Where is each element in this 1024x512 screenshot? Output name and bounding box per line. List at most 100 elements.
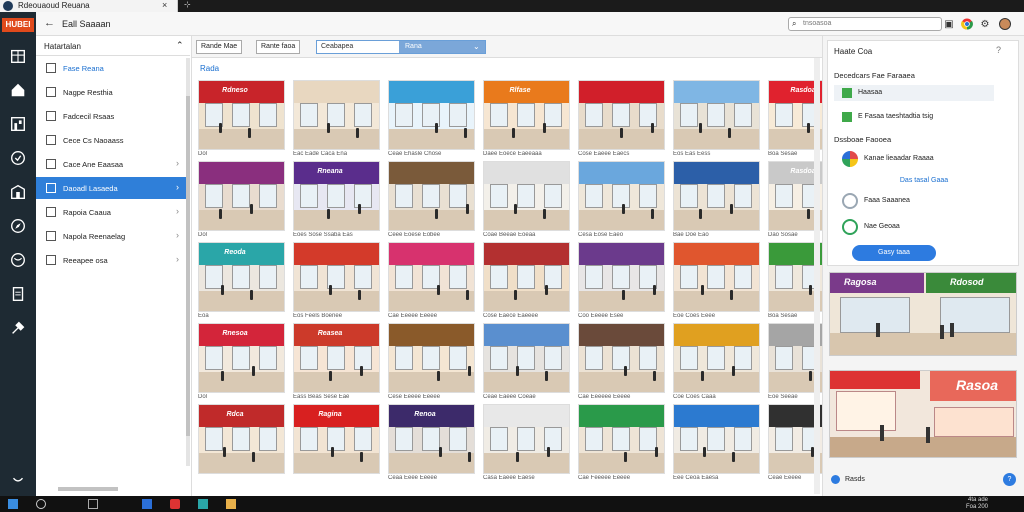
app-icon[interactable] [170, 499, 180, 509]
shop-window [395, 184, 413, 208]
mall-image: Rneana [293, 161, 380, 231]
image-thumbnail[interactable]: Rneana Eoes Sose Ssaba Eas [293, 161, 380, 241]
tools-icon[interactable] [8, 318, 28, 338]
system-clock[interactable]: 4ta ade Foa 200 [966, 497, 988, 511]
mall-icon[interactable] [8, 182, 28, 202]
search-input[interactable]: ⌕ tnsoasoa [788, 17, 942, 31]
image-thumbnail[interactable]: Eos Feels Boenee [293, 242, 380, 322]
app-item[interactable]: Faaa Saaanea [842, 191, 1012, 211]
store-icon[interactable] [8, 114, 28, 134]
category-dropdown[interactable]: Ceabapea Rana ⌄ [316, 40, 486, 54]
compass-icon[interactable] [8, 216, 28, 236]
sidebar-item[interactable]: Fadcecil Rsaas [36, 105, 190, 127]
image-thumbnail[interactable]: Reoda Eoa [198, 242, 285, 322]
chrome-icon[interactable] [960, 17, 974, 31]
sidebar-item[interactable]: Fase Reana [36, 57, 190, 79]
search-icon[interactable] [36, 499, 46, 509]
sidebar-item[interactable]: Rapoia Caaua › [36, 201, 190, 223]
image-thumbnail[interactable]: Coo Eeeee Esee [578, 242, 665, 322]
image-thumbnail[interactable]: Eee Ceoa Eaesa [673, 404, 760, 484]
primary-button[interactable]: Gasy taaa [852, 245, 936, 261]
sidebar-item[interactable]: Cece Cs Naoaass [36, 129, 190, 151]
shop-window [544, 103, 562, 127]
floor [389, 453, 474, 473]
app-item[interactable]: Kanae lieaadar Raaaa [842, 149, 1012, 169]
image-thumbnail[interactable]: Eos Eas Eess [673, 80, 760, 160]
image-thumbnail[interactable]: Rlfase Daee Eoece Eaeeaaa [483, 80, 570, 160]
image-thumbnail[interactable]: Dol [198, 161, 285, 241]
globe-icon[interactable] [8, 250, 28, 270]
chevron-up-icon[interactable]: ⌃ [176, 40, 184, 51]
document-icon[interactable] [8, 284, 28, 304]
item-icon [46, 63, 56, 73]
image-thumbnail[interactable]: Ceae Ehasle Chose [388, 80, 475, 160]
sidebar-item[interactable]: Cace Ane Eaasaa › [36, 153, 190, 175]
preview-image[interactable]: Ragosa Rdosod [829, 272, 1017, 356]
image-thumbnail[interactable]: Rdneso Dol [198, 80, 285, 160]
image-thumbnail[interactable]: Coae Beeae Eoeaa [483, 161, 570, 241]
avatar[interactable] [998, 17, 1012, 31]
sort-button[interactable]: Rande Mae [196, 40, 243, 54]
image-thumbnail[interactable]: Cese Eeeee Eeeee [388, 323, 475, 403]
footer-label: Rasds [845, 476, 865, 483]
shield-icon[interactable] [8, 148, 28, 168]
image-thumbnail[interactable]: Eoe Coes Eeee [673, 242, 760, 322]
image-thumbnail[interactable]: Ceee Eoese Eobee [388, 161, 475, 241]
brand-logo[interactable]: HUBEI [2, 18, 34, 32]
shopper-figure [219, 123, 222, 133]
help-icon[interactable]: ? [996, 45, 1001, 55]
back-arrow-icon[interactable]: ← [44, 17, 55, 29]
settings-icon[interactable]: ⚙ [978, 17, 992, 31]
image-thumbnail[interactable]: Cose Eaeee Eaecs [578, 80, 665, 160]
preview-image[interactable]: Rasoa [829, 370, 1017, 458]
close-icon[interactable]: × [162, 0, 167, 10]
collapse-icon[interactable] [8, 470, 28, 490]
sidebar-scrollbar-thumb[interactable] [186, 96, 190, 436]
sidebar-item[interactable]: Reeapee osa › [36, 249, 190, 271]
shopper-figure [512, 128, 515, 138]
image-thumbnail[interactable]: Renoa Ceaa Eeee Eeeee [388, 404, 475, 484]
task-view-icon[interactable] [88, 499, 98, 509]
sidebar-item[interactable]: Daoadl Lasaeda › [36, 177, 190, 199]
browser-tab[interactable]: Rdeouaoud Reuana × [0, 0, 178, 12]
sidebar-header[interactable]: Hatartalan ⌃ [36, 36, 190, 56]
shopper-figure [435, 209, 438, 219]
image-thumbnail[interactable]: Ragina [293, 404, 380, 484]
option-item[interactable]: Haasaa [834, 85, 994, 101]
filter-button[interactable]: Rante faoa [256, 40, 301, 54]
image-thumbnail[interactable]: Cose Eaece Eaeeee [483, 242, 570, 322]
home-icon[interactable] [8, 80, 28, 100]
shop-window [517, 265, 535, 289]
floor [389, 291, 474, 311]
sidebar-hscrollbar[interactable] [58, 487, 118, 491]
green-square-icon [842, 88, 852, 98]
image-thumbnail[interactable]: Rdca [198, 404, 285, 484]
image-thumbnail[interactable]: Cae Eeeeee Eeeee [578, 323, 665, 403]
image-thumbnail[interactable]: Reasea Eass Beas Sese Eae [293, 323, 380, 403]
image-thumbnail[interactable]: Coe Coes Caaa [673, 323, 760, 403]
pin-icon[interactable]: ⊹ [184, 0, 191, 9]
app-icon[interactable] [142, 499, 152, 509]
grid-scrollbar[interactable] [814, 58, 820, 494]
option-item[interactable]: E Fasaa taeshtadtia tsig [834, 109, 994, 125]
app-icon[interactable] [198, 499, 208, 509]
sidebar-item[interactable]: Napola Reenaelag › [36, 225, 190, 247]
app-icon[interactable] [226, 499, 236, 509]
sidebar-item[interactable]: Nagpe Resthia [36, 81, 190, 103]
image-thumbnail[interactable]: Casa Eaeee Eaese [483, 404, 570, 484]
image-thumbnail[interactable]: Cae Feeeee Eeeee [578, 404, 665, 484]
app-item[interactable]: Nae Geoaa [842, 217, 1012, 237]
building-icon[interactable] [8, 46, 28, 66]
dropdown-selected[interactable]: Rana ⌄ [399, 41, 485, 53]
image-thumbnail[interactable]: Cae Eeeee Eeeee [388, 242, 475, 322]
image-thumbnail[interactable]: Cesa Eose Eaeo [578, 161, 665, 241]
bag-icon[interactable]: ▣ [942, 17, 956, 31]
more-link[interactable]: Das tasal Gaaa [828, 177, 1020, 184]
image-thumbnail[interactable]: Ceae Eaeee Coeae [483, 323, 570, 403]
image-thumbnail[interactable]: Bae Doe Eao [673, 161, 760, 241]
image-thumbnail[interactable]: Eac Eade Caca Ena [293, 80, 380, 160]
image-thumbnail[interactable]: Rnesoa Dol [198, 323, 285, 403]
store-sign: Rneana [317, 168, 343, 175]
feedback-icon[interactable]: ? [1003, 473, 1016, 486]
start-icon[interactable] [8, 499, 18, 509]
